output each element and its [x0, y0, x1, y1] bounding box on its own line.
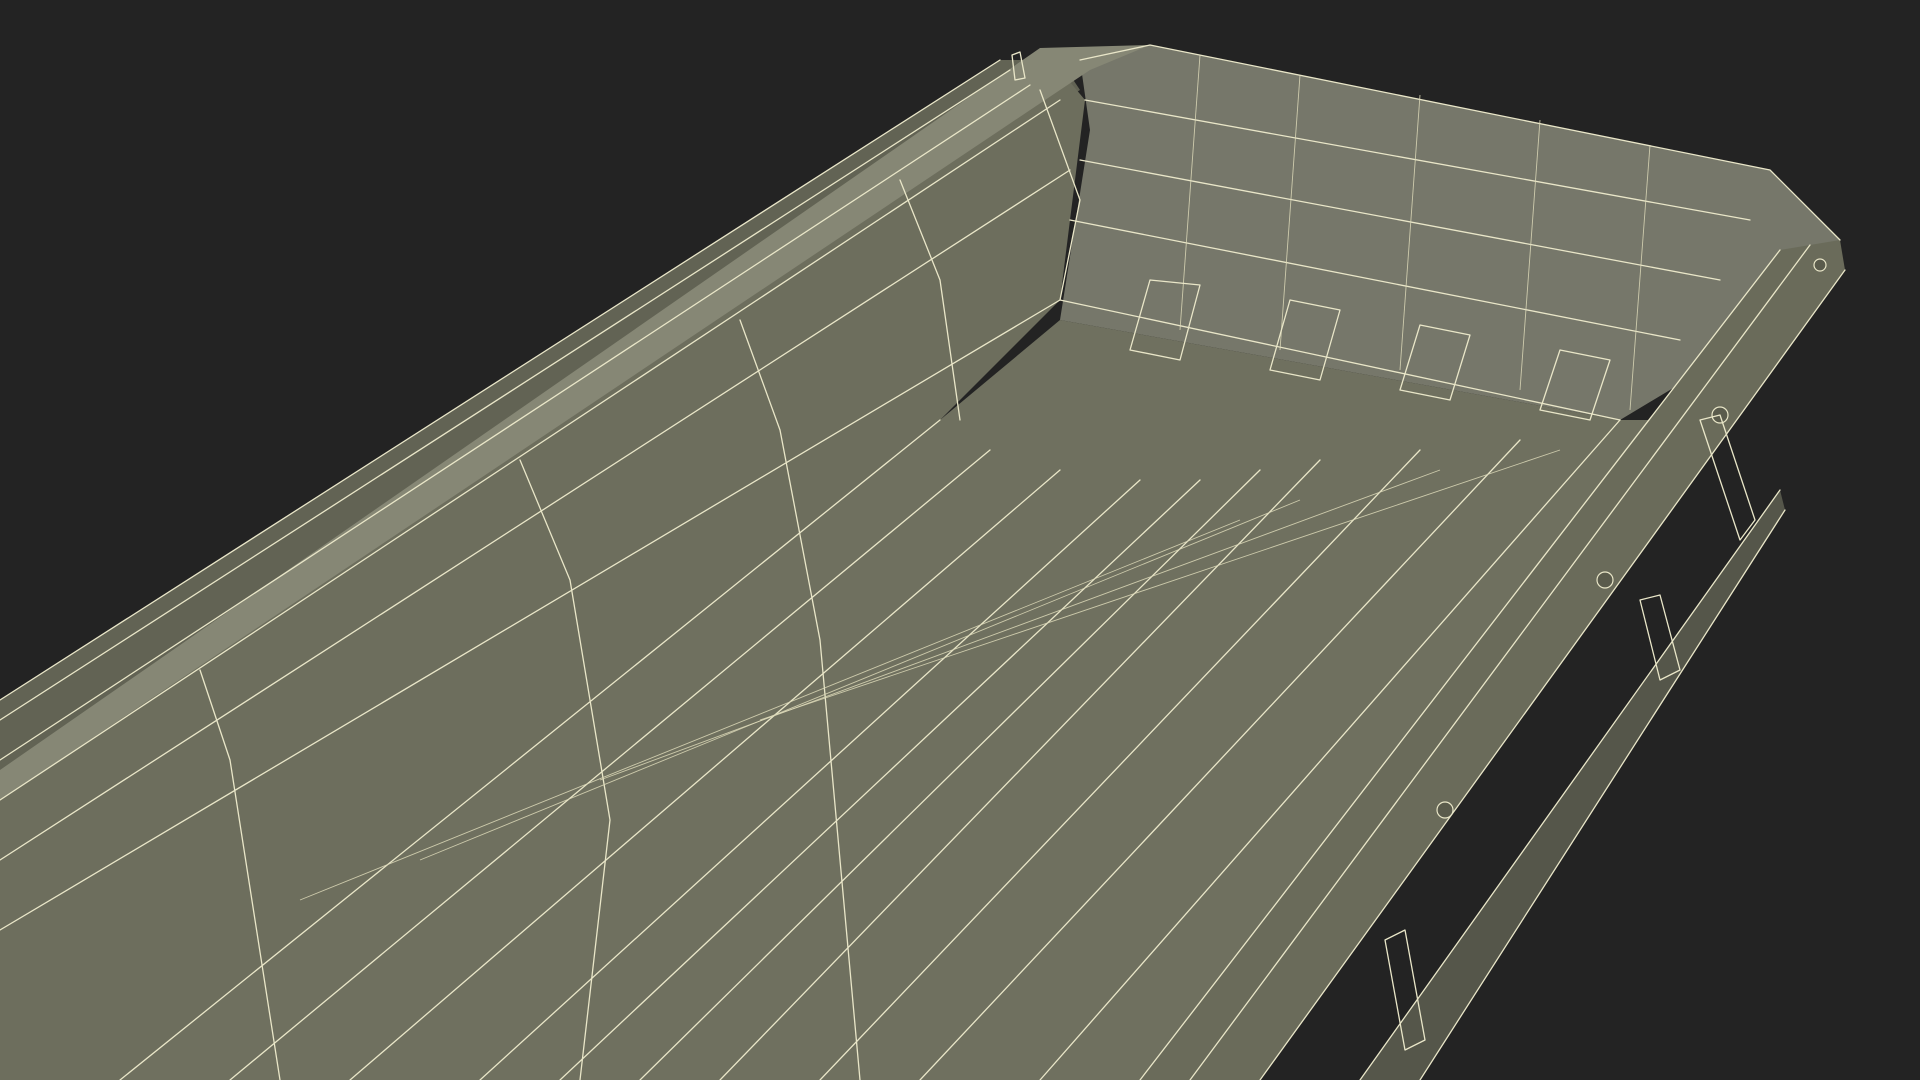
bolt-icon [1596, 571, 1614, 589]
wireframe-tray-render [0, 44, 1846, 1080]
bolt-icon [1436, 801, 1454, 819]
bolt-icon [1813, 258, 1827, 272]
